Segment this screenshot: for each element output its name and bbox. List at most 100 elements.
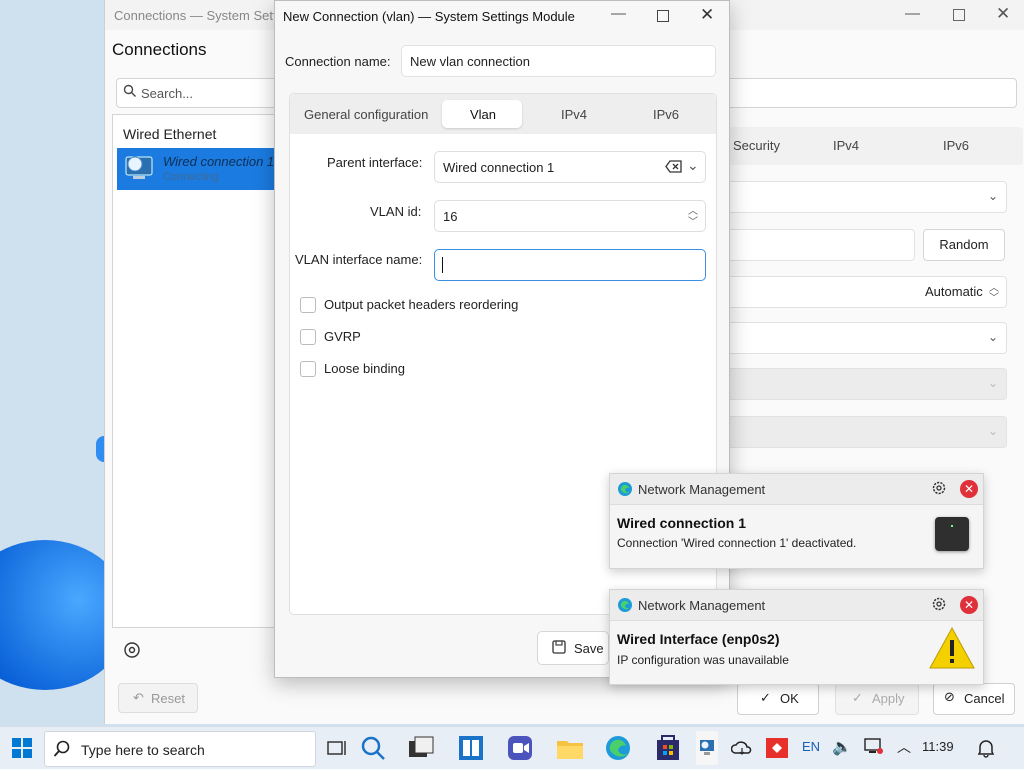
ok-button[interactable]: ✓ OK [737,683,819,715]
connection-name: Wired connection 1 [163,154,275,169]
warning-icon [929,626,975,669]
clock[interactable]: 11:39 [922,739,954,754]
save-button[interactable]: Save [537,631,609,665]
cancel-button[interactable]: ⊘ Cancel [933,683,1015,715]
option-label-loose-binding: Loose binding [324,361,405,376]
notification-title: Wired Interface (enp0s2) [617,631,780,647]
terminal-icon[interactable] [406,733,436,763]
vlan-interface-name-input[interactable] [434,249,706,281]
spin-down-icon[interactable]: ﹀ [688,213,698,228]
notification-close-button[interactable]: ✕ [960,596,978,614]
store-icon[interactable] [653,733,683,763]
cancel-icon: ⊘ [944,689,955,704]
notification-app-name: Network Management [638,598,766,613]
chevron-up-icon[interactable]: ︿ [897,737,911,757]
tab-ipv6[interactable]: IPv6 [943,138,969,153]
minimize-icon[interactable]: — [611,5,626,22]
connection-list: Wired Ethernet Wired connection 1 Connec… [112,114,279,628]
edge-browser-icon[interactable] [603,733,633,763]
tab-security[interactable]: Security [733,138,780,153]
tab-vlan[interactable]: Vlan [470,107,496,122]
close-icon[interactable]: ✕ [996,4,1010,24]
network-app-icon[interactable] [698,738,716,758]
minimize-icon[interactable]: — [905,5,920,22]
notification-body: Connection 'Wired connection 1' deactiva… [617,536,857,550]
vlan-id-value: 16 [443,209,458,224]
close-icon[interactable]: ✕ [700,5,714,25]
dropdown-field-2[interactable]: ⌄ [725,322,1007,354]
search-icon [123,84,136,97]
vlan-id-spinbox[interactable]: 16 ︿ ﹀ [434,200,706,232]
onedrive-icon[interactable] [731,739,753,757]
tab-ipv4[interactable]: IPv4 [833,138,859,153]
connection-status: Connecting [163,171,219,183]
checkbox-output-packet-headers[interactable] [300,297,316,313]
page-title: Connections [112,40,207,59]
network-globe-icon [125,156,153,179]
save-label: Save [574,641,604,656]
text-caret [442,257,443,273]
search-icon [53,740,70,757]
mac-address-field[interactable] [725,229,915,261]
disabled-dropdown-2: ⌄ [725,416,1007,448]
taskbar-search-placeholder: Type here to search [81,742,205,758]
connections-window-title: Connections — System Setti [114,8,280,23]
anydesk-icon[interactable] [766,738,788,758]
disabled-dropdown: ⌄ [725,368,1007,400]
network-card-icon [935,517,969,551]
reset-label: Reset [151,691,185,706]
reset-button[interactable]: ↶ Reset [118,683,198,713]
tab-ipv6[interactable]: IPv6 [653,107,679,122]
maximize-icon[interactable] [953,9,965,21]
task-view-icon[interactable] [323,733,353,763]
new-connection-dialog: New Connection (vlan) — System Settings … [274,0,730,678]
chevron-down-icon: ⌄ [988,330,999,344]
connection-name-label: Connection name: [285,54,391,69]
spin-down-icon[interactable]: ﹀ [989,289,999,304]
language-indicator[interactable]: EN [802,739,820,754]
tab-general-configuration[interactable]: General configuration [304,107,428,122]
maximize-icon[interactable] [657,10,669,22]
notification-wired-connection[interactable]: Network Management ✕ Wired connection 1 … [609,473,984,569]
option-label-output-packet-headers: Output packet headers reordering [324,297,519,312]
vlan-interface-name-label: VLAN interface name: [295,252,423,267]
speaker-icon[interactable]: 🔈 [832,737,852,757]
gear-icon[interactable] [931,480,947,496]
random-button[interactable]: Random [923,229,1005,261]
tab-ipv4[interactable]: IPv4 [561,107,587,122]
file-explorer-icon[interactable] [555,733,585,763]
search-input[interactable]: Search... [116,78,280,108]
notification-header: Network Management ✕ [610,590,983,621]
notification-bell-icon[interactable] [977,738,995,758]
check-icon: ✓ [852,690,863,705]
checkbox-gvrp[interactable] [300,329,316,345]
apply-label: Apply [872,691,905,706]
network-tray-icon[interactable] [864,738,884,756]
parent-interface-label: Parent interface: [327,155,423,170]
search-app-icon[interactable] [358,733,388,763]
clear-text-icon[interactable] [665,160,683,173]
dropdown-field[interactable]: ⌄ [725,181,1007,213]
right-tabbar: Security IPv4 IPv6 [725,127,1023,165]
settings-gear-icon[interactable] [122,640,142,660]
windows-start-icon[interactable] [11,737,33,759]
chevron-down-icon: ⌄ [988,189,999,203]
notification-wired-interface[interactable]: Network Management ✕ Wired Interface (en… [609,589,984,685]
snap-layout-icon[interactable] [456,733,486,763]
list-item-wired-connection-1[interactable]: Wired connection 1 Connecting [117,148,279,190]
notification-close-button[interactable]: ✕ [960,480,978,498]
taskbar-search[interactable]: Type here to search [44,731,316,767]
parent-interface-select[interactable]: Wired connection 1 ⌄ [434,151,706,183]
gear-icon[interactable] [931,596,947,612]
connection-name-value: New vlan connection [410,54,530,69]
dialog-title: New Connection (vlan) — System Settings … [283,9,575,24]
checkbox-loose-binding[interactable] [300,361,316,377]
chevron-down-icon[interactable]: ⌄ [687,157,699,174]
taskbar: Type here to search EN 🔈 ︿ 11:39 [0,726,1024,769]
video-call-icon[interactable] [505,733,535,763]
ok-label: OK [780,691,799,706]
connection-name-input[interactable]: New vlan connection [401,45,716,77]
apply-button[interactable]: ✓ Apply [835,683,919,715]
search-placeholder: Search... [141,86,194,101]
connection-field[interactable] [725,78,1017,108]
